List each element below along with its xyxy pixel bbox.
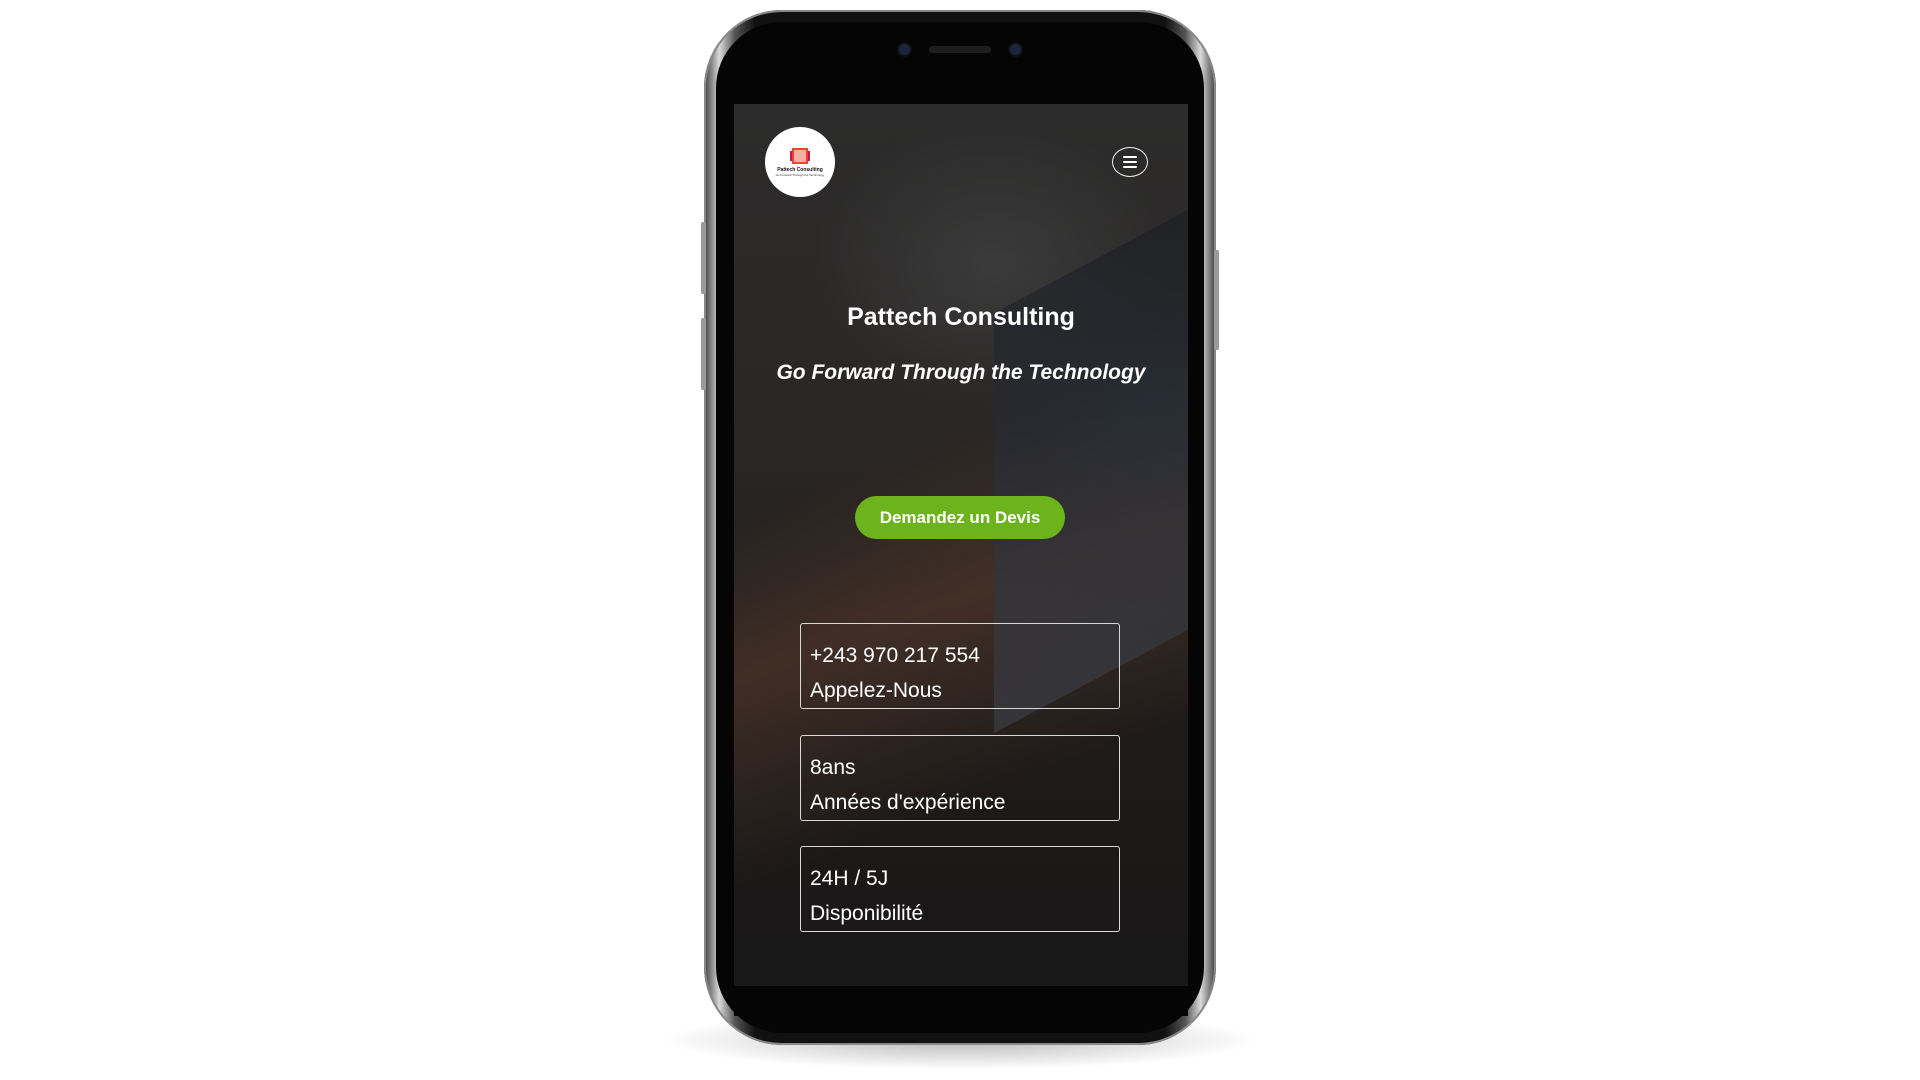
card-label: Années d'expérience: [810, 791, 1006, 814]
chip-logo-icon: [792, 147, 808, 164]
hamburger-line: [1123, 166, 1137, 168]
power-button: [1214, 250, 1219, 350]
hero-title: Pattech Consulting: [847, 303, 1075, 331]
site-logo[interactable]: Pattech Consulting Go Forward Through th…: [765, 127, 835, 197]
info-card-phone[interactable]: +243 970 217 554 Appelez-Nous: [800, 623, 1120, 709]
card-value: +243 970 217 554: [810, 644, 980, 667]
speaker-grille: [929, 46, 991, 53]
front-camera-icon: [899, 44, 910, 55]
info-card-experience: 8ans Années d'expérience: [800, 735, 1120, 821]
card-label: Disponibilité: [810, 902, 924, 925]
sensor-icon: [1010, 44, 1021, 55]
card-label: Appelez-Nous: [810, 679, 942, 702]
hamburger-line: [1123, 161, 1137, 163]
info-card-availability: 24H / 5J Disponibilité: [800, 846, 1120, 932]
request-quote-button[interactable]: Demandez un Devis: [855, 496, 1065, 539]
phone-bottom-bezel: [734, 986, 1188, 1016]
menu-button[interactable]: [1112, 147, 1148, 177]
logo-subtext: Go Forward Through the Technology: [775, 172, 825, 177]
volume-up-button: [701, 222, 706, 294]
card-value: 24H / 5J: [810, 867, 889, 890]
hamburger-icon: [1123, 156, 1137, 158]
volume-down-button: [701, 318, 706, 390]
hero-tagline: Go Forward Through the Technology: [776, 361, 1146, 384]
card-value: 8ans: [810, 756, 856, 779]
